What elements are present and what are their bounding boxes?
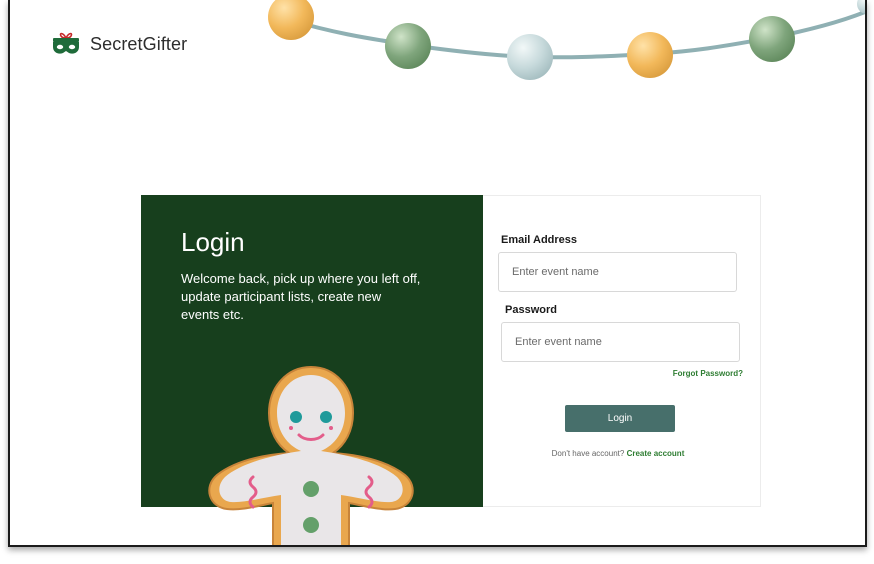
password-field[interactable] — [501, 322, 740, 362]
login-welcome-panel: Login Welcome back, pick up where you le… — [141, 195, 483, 545]
browser-frame: SecretGifter Login Welcome back, pick up… — [8, 0, 867, 547]
login-button[interactable]: Login — [565, 405, 675, 432]
light-bulb — [857, 0, 865, 14]
gift-mask-icon — [53, 32, 79, 54]
signup-prompt-text: Don't have account? — [551, 449, 625, 458]
brand-logo[interactable]: SecretGifter — [50, 30, 187, 58]
email-label: Email Address — [501, 234, 578, 246]
light-bulb — [385, 23, 431, 69]
signup-prompt-row: Don't have account? Create account — [483, 449, 753, 458]
login-subtitle: Welcome back, pick up where you left off… — [181, 271, 421, 322]
gingerbread-illustration — [208, 365, 414, 545]
login-title: Login — [181, 227, 245, 257]
light-bulb — [507, 34, 553, 80]
create-account-link[interactable]: Create account — [627, 449, 685, 458]
brand-name: SecretGifter — [90, 33, 188, 54]
login-card: Login Welcome back, pick up where you le… — [141, 195, 761, 545]
light-bulb — [749, 16, 795, 62]
light-bulb — [268, 0, 314, 40]
email-field[interactable] — [498, 252, 737, 292]
forgot-password-link[interactable]: Forgot Password? — [673, 369, 743, 378]
login-form-panel: Email Address Password Forgot Password? … — [483, 195, 761, 507]
password-label: Password — [505, 304, 557, 316]
light-bulb — [627, 32, 673, 78]
